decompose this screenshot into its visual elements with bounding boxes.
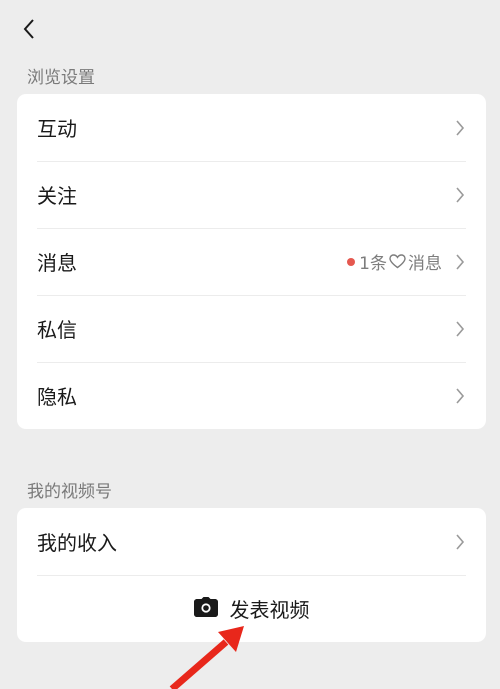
notification-dot <box>347 257 356 266</box>
message-badge: 1条 消息 <box>347 249 442 274</box>
camera-icon <box>193 596 218 621</box>
post-video-label: 发表视频 <box>229 598 310 622</box>
chevron-right-icon <box>454 119 466 137</box>
row-messages[interactable]: 消息 1条 消息 <box>17 228 486 295</box>
row-label: 隐私 <box>37 385 77 409</box>
row-label: 私信 <box>37 318 77 342</box>
row-interaction[interactable]: 互动 <box>17 94 486 161</box>
row-privacy[interactable]: 隐私 <box>17 362 486 429</box>
row-my-income[interactable]: 我的收入 <box>17 508 486 575</box>
back-button[interactable] <box>14 14 44 44</box>
row-label: 消息 <box>37 251 77 275</box>
row-label: 互动 <box>37 117 77 141</box>
section-title-channels: 我的视频号 <box>27 482 112 502</box>
section-title-browse-settings: 浏览设置 <box>27 68 95 88</box>
channels-card: 我的收入 发表视频 <box>17 508 486 642</box>
badge-count: 1条 <box>359 254 387 274</box>
row-label: 我的收入 <box>37 531 117 555</box>
chevron-right-icon <box>454 320 466 338</box>
browse-settings-card: 互动 关注 消息 1条 消息 私信 隐私 <box>17 94 486 429</box>
row-private-message[interactable]: 私信 <box>17 295 486 362</box>
chevron-right-icon <box>454 387 466 405</box>
annotation-arrow-icon <box>169 626 244 689</box>
badge-suffix: 消息 <box>408 254 442 274</box>
heart-outline-icon <box>389 254 406 269</box>
chevron-right-icon <box>454 253 466 271</box>
chevron-right-icon <box>454 533 466 551</box>
chevron-right-icon <box>454 186 466 204</box>
chevron-left-icon <box>23 19 34 39</box>
row-follow[interactable]: 关注 <box>17 161 486 228</box>
settings-page: 浏览设置 互动 关注 消息 1条 消息 私信 隐私 我的视频号 我的收入 发表视… <box>0 0 500 689</box>
post-video-button[interactable]: 发表视频 <box>17 575 486 642</box>
row-label: 关注 <box>37 184 77 208</box>
